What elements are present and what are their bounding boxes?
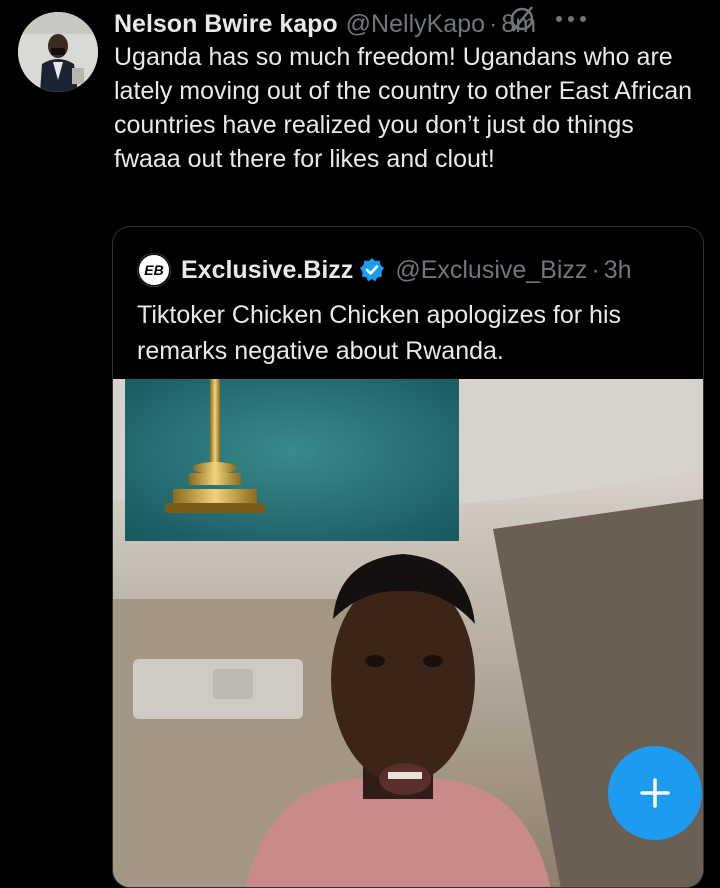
quoted-author-name[interactable]: Exclusive.Bizz — [181, 256, 353, 285]
separator-dot: · — [489, 9, 498, 38]
quoted-separator-dot: · — [591, 255, 600, 284]
author-handle[interactable]: @NellyKapo — [346, 10, 485, 39]
plus-icon — [640, 778, 670, 808]
quoted-tweet-text: Tiktoker Chicken Chicken apologizes for … — [137, 301, 622, 365]
tweet-header: Nelson Bwire kapo @NellyKapo · 8m — [114, 8, 700, 40]
author-name[interactable]: Nelson Bwire kapo — [114, 10, 338, 39]
exclusive-bizz-logo: EB — [137, 253, 171, 287]
grok-icon[interactable] — [508, 5, 536, 33]
tweet-text: Uganda has so much freedom! Ugandans who… — [114, 43, 693, 173]
quoted-author-handle[interactable]: @Exclusive_Bizz — [395, 256, 587, 285]
quoted-tweet-header: EB Exclusive.Bizz @Exclusive_Bizz · 3h — [137, 253, 693, 287]
compose-tweet-button[interactable] — [608, 746, 702, 840]
profile-photo-icon — [18, 12, 98, 92]
verified-badge-icon — [360, 258, 385, 282]
more-horizontal-icon[interactable] — [554, 14, 588, 24]
logo-text: EB — [144, 262, 163, 278]
author-avatar[interactable] — [18, 12, 98, 92]
quoted-tweet-time[interactable]: 3h — [604, 256, 632, 285]
